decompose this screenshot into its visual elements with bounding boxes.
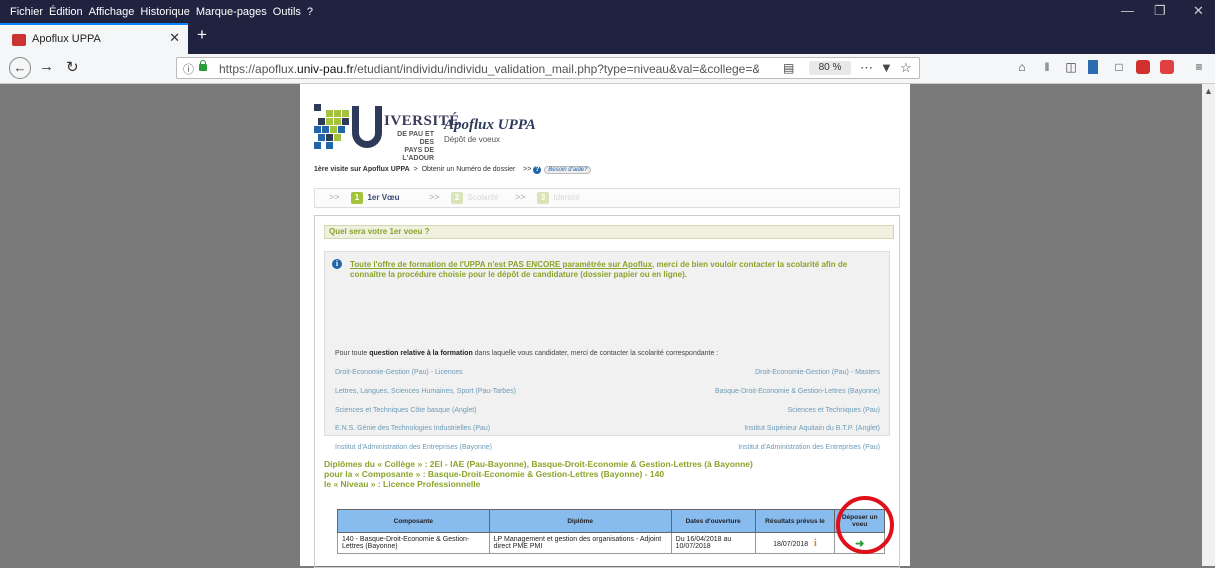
scroll-up-icon[interactable]: ▲ [1204, 86, 1213, 96]
link-deg-pau-licences[interactable]: Droit-Economie-Gestion (Pau) - Licences [335, 369, 463, 376]
university-logo [314, 104, 384, 152]
menu-affichage[interactable]: Affichage [86, 0, 138, 18]
progress-steps: >> 1 1er Vœu >> 2 Scolarité >> 3 Identit… [314, 188, 900, 208]
url-text[interactable]: https://apoflux.univ-pau.fr/etudiant/ind… [219, 62, 759, 76]
reload-icon[interactable]: ↻ [66, 58, 79, 76]
offer-notice-link[interactable]: Toute l'offre de formation de l'UPPA n'e… [350, 260, 652, 269]
menu-marque-pages[interactable]: Marque-pages [193, 0, 270, 18]
link-ensgti[interactable]: E.N.S. Génie des Technologies Industriel… [335, 425, 490, 432]
content-box: Quel sera votre 1er voeu ? i Toute l'off… [314, 215, 900, 568]
col-diplome: Diplôme [488, 509, 672, 533]
info-icon[interactable]: ⓘ [183, 61, 194, 77]
app-subtitle: Dépôt de voeux [444, 135, 501, 144]
link-st-cote-basque[interactable]: Sciences et Techniques Côte basque (Angl… [335, 407, 477, 414]
step-1: 1 1er Vœu [351, 192, 399, 204]
menu-edition[interactable]: Édition [46, 0, 86, 18]
help-icon[interactable]: ? [533, 166, 542, 174]
back-icon[interactable]: ← [9, 57, 31, 79]
close-window-icon[interactable]: ✕ [1193, 3, 1204, 19]
new-tab-icon[interactable]: + [197, 25, 207, 45]
cell-resultats: 18/07/2018 i [754, 532, 836, 554]
link-st-pau[interactable]: Sciences et Techniques (Pau) [788, 407, 880, 414]
offer-notice: Toute l'offre de formation de l'UPPA n'e… [350, 260, 848, 279]
question-heading: Quel sera votre 1er voeu ? [324, 225, 894, 239]
cell-dates: Du 16/04/2018 au 10/07/2018 [670, 532, 756, 554]
annotation-circle [836, 496, 894, 554]
step-3: 3 Identité [537, 192, 580, 204]
link-isabtp[interactable]: Institut Supérieur Aquitain du B.T.P. (A… [744, 425, 880, 432]
col-dates: Dates d'ouverture [670, 509, 756, 533]
menu-bar: Fichier Édition Affichage Historique Marque-… [0, 0, 1215, 23]
extension-1-icon[interactable] [1088, 60, 1098, 74]
library-icon[interactable]: ‖ [1040, 60, 1054, 74]
zoom-level[interactable]: 80 % [809, 61, 851, 75]
extension-2-icon[interactable] [1136, 60, 1150, 74]
scrollbar[interactable]: ▲ [1202, 84, 1215, 566]
page-actions-icon[interactable]: ⋯ [860, 60, 873, 76]
nav-bar: ← → ↻ ⓘ https://apoflux.univ-pau.fr/etud… [0, 54, 1215, 84]
menu-help[interactable]: ? [304, 0, 316, 18]
contact-intro: Pour toute question relative à la format… [335, 350, 719, 357]
tab-close-icon[interactable]: ✕ [169, 30, 180, 46]
link-basque-deg[interactable]: Basque-Droit-Economie & Gestion-Lettres … [715, 388, 880, 395]
link-iae-bayonne[interactable]: Institut d'Administration des Entreprise… [335, 444, 492, 451]
tab-title: Apoflux UPPA [32, 33, 101, 45]
col-resultats: Résultats prévus le [754, 509, 836, 533]
step-2: 2 Scolarité [451, 192, 499, 204]
tab-bar: Apoflux UPPA ✕ + [0, 23, 1215, 54]
breadcrumb: 1ère visite sur Apoflux UPPA > Obtenir u… [314, 166, 592, 174]
breadcrumb-first[interactable]: 1ère visite sur Apoflux UPPA [314, 166, 410, 173]
menu-fichier[interactable]: Fichier [0, 0, 46, 18]
home-icon[interactable]: ⌂ [1015, 60, 1029, 74]
cell-composante: 140 - Basque-Droit-Economie & Gestion-Le… [337, 532, 490, 554]
menu-hamburger-icon[interactable]: ≡ [1192, 60, 1206, 74]
diploma-heading: Diplômes du « Collège » : 2EI - IAE (Pau… [324, 459, 753, 489]
bookmark-star-icon[interactable]: ☆ [900, 60, 912, 76]
university-subtitle: DE PAU ET DES PAYS DE L'ADOUR [397, 131, 434, 162]
details-info-icon[interactable]: i [814, 538, 817, 549]
minimize-icon[interactable]: — [1121, 3, 1134, 18]
restore-icon[interactable]: ❐ [1154, 3, 1166, 19]
help-link[interactable]: Besoin d'aide? [544, 166, 592, 174]
menu-outils[interactable]: Outils [270, 0, 304, 18]
menu-historique[interactable]: Historique [137, 0, 193, 18]
sidebar-icon[interactable]: ◫ [1064, 60, 1078, 74]
lock-icon [199, 60, 207, 71]
col-composante: Composante [337, 509, 490, 533]
diploma-table: Composante Diplôme Dates d'ouverture Rés… [337, 509, 885, 554]
screenshot-icon[interactable]: □ [1112, 60, 1126, 74]
url-bar[interactable]: ⓘ https://apoflux.univ-pau.fr/etudiant/i… [176, 57, 920, 79]
tab-apoflux[interactable]: Apoflux UPPA ✕ [0, 23, 188, 54]
breadcrumb-second[interactable]: Obtenir un Numéro de dossier [422, 166, 516, 173]
link-iae-pau[interactable]: Institut d'Administration des Entreprise… [738, 444, 880, 451]
info-icon: i [332, 259, 342, 269]
app-title: Apoflux UPPA [444, 117, 536, 133]
cell-diplome: LP Management et gestion des organisatio… [488, 532, 672, 554]
table-header-row: Composante Diplôme Dates d'ouverture Rés… [337, 509, 885, 533]
web-page: IVERSITÉ DE PAU ET DES PAYS DE L'ADOUR Ap… [300, 84, 910, 568]
table-row: 140 - Basque-Droit-Economie & Gestion-Le… [337, 532, 885, 554]
pocket-icon[interactable]: ▼ [880, 60, 893, 75]
info-panel: i Toute l'offre de formation de l'UPPA n… [324, 251, 890, 451]
link-llshs[interactable]: Lettres, Langues, Sciences Humaines, Spo… [335, 388, 516, 395]
extension-3-icon[interactable] [1160, 60, 1174, 74]
link-deg-pau-masters[interactable]: Droit-Economie-Gestion (Pau) - Masters [755, 369, 880, 376]
reader-view-icon[interactable]: ▤ [783, 61, 794, 75]
favicon-icon [12, 34, 26, 46]
forward-icon[interactable]: → [39, 58, 54, 75]
